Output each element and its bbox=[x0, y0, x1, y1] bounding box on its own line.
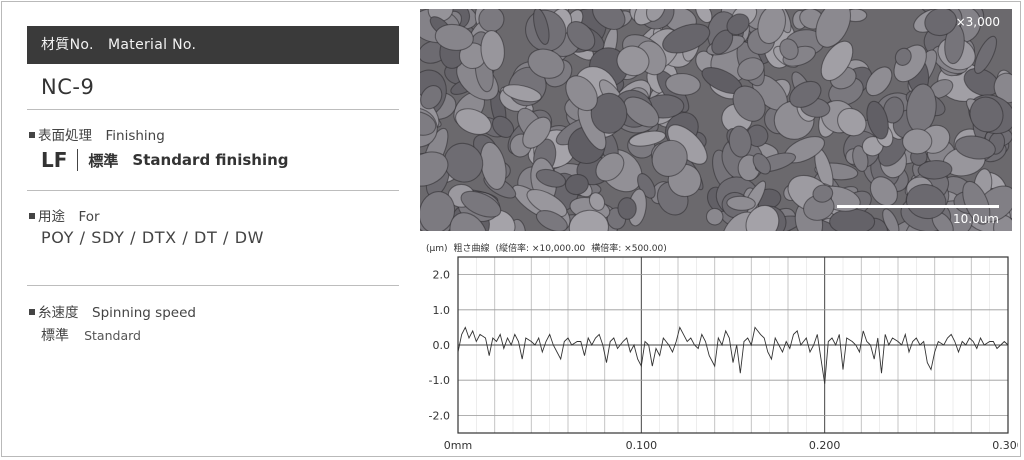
material-name: NC-9 bbox=[41, 75, 95, 99]
sem-scale-label: 10.0um bbox=[952, 212, 999, 226]
bullet-square-icon bbox=[29, 213, 35, 219]
speed-en: Standard bbox=[84, 328, 141, 343]
roughness-profile-chart: 2.0 1.0 0.0 -1.0 -2.0 0mm 0.100 0.200 0.300 bbox=[429, 256, 1018, 452]
y-tick-label: 2.0 bbox=[433, 269, 451, 282]
divider bbox=[27, 285, 399, 286]
usage-value: POY / SDY / DTX / DT / DW bbox=[41, 228, 265, 247]
sem-magnification: ×3,000 bbox=[955, 15, 1000, 29]
divider bbox=[27, 109, 399, 110]
y-tick-label: -2.0 bbox=[429, 409, 450, 422]
y-tick-label: 1.0 bbox=[433, 304, 451, 317]
x-tick-label: 0mm bbox=[444, 439, 472, 452]
x-tick-label: 0.200 bbox=[809, 439, 841, 452]
speed-label: 糸速度 Spinning speed bbox=[38, 305, 196, 321]
speed-row: 標準 Standard bbox=[41, 325, 141, 345]
bullet-square-icon bbox=[29, 132, 35, 138]
x-tick-label: 0.100 bbox=[626, 439, 658, 452]
speed-label-row: 糸速度 Spinning speed bbox=[29, 301, 196, 321]
usage-label-row: 用途 For bbox=[29, 205, 100, 225]
material-no-header: 材質No. Material No. bbox=[27, 26, 399, 64]
finishing-en: Standard finishing bbox=[132, 151, 289, 169]
sem-micrograph: ×3,000 10.0um bbox=[420, 9, 1012, 231]
usage-label: 用途 For bbox=[38, 209, 100, 225]
sem-grain bbox=[902, 128, 933, 155]
x-tick-label: 0.300 bbox=[992, 439, 1018, 452]
y-tick-label: 0.0 bbox=[433, 339, 451, 352]
speed-jp: 標準 bbox=[41, 328, 69, 344]
finishing-label: 表面処理 Finishing bbox=[38, 128, 165, 144]
finishing-row: LF 標準 Standard finishing bbox=[41, 148, 289, 172]
sem-grain bbox=[617, 197, 637, 220]
divider bbox=[27, 190, 399, 191]
sem-grain bbox=[829, 208, 876, 231]
finishing-separator bbox=[77, 149, 79, 171]
bullet-square-icon bbox=[29, 309, 35, 315]
finishing-code: LF bbox=[41, 148, 68, 172]
finishing-label-row: 表面処理 Finishing bbox=[29, 124, 165, 144]
y-tick-label: -1.0 bbox=[429, 374, 450, 387]
sem-grain-texture bbox=[420, 9, 1012, 231]
finishing-jp: 標準 bbox=[88, 151, 119, 170]
sem-scale-bar bbox=[837, 205, 999, 208]
